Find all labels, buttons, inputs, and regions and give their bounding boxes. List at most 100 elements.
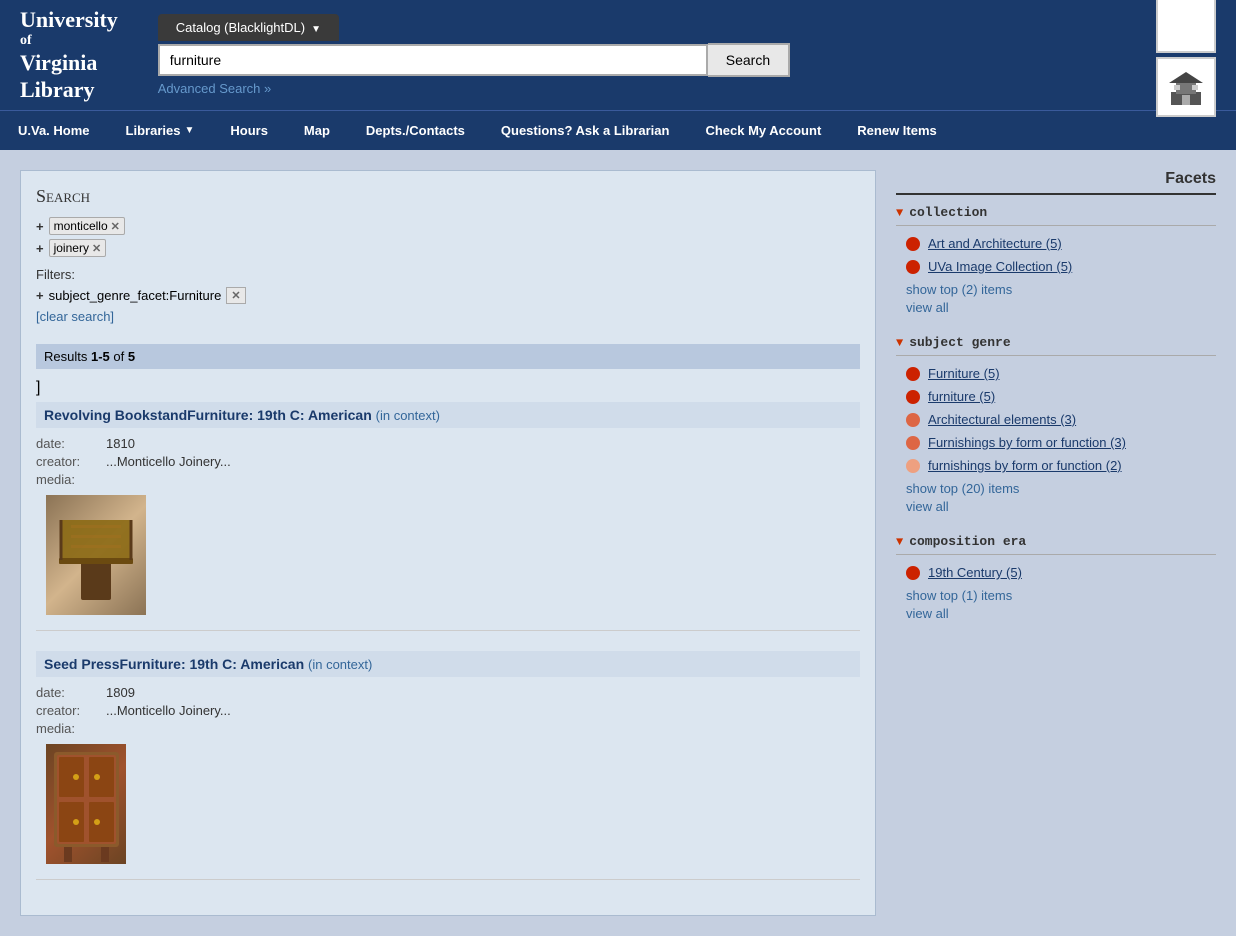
facet-dot-19thc xyxy=(906,566,920,580)
filters-label: Filters: xyxy=(36,267,860,282)
facet-dot-furnishings-cap xyxy=(906,436,920,450)
nav-item-map[interactable]: Map xyxy=(286,111,348,150)
bookstand-svg xyxy=(51,500,141,610)
facet-actions-era: show top (1) items view all xyxy=(906,588,1216,621)
facet-dot-furniture-low xyxy=(906,390,920,404)
logo: University of Virginia Library xyxy=(20,7,118,103)
logo-line1: University xyxy=(20,7,118,33)
view-all-subject[interactable]: view all xyxy=(906,499,1216,514)
remove-tag-joinery[interactable]: ✕ xyxy=(92,242,101,255)
result-meta-media-2: media: xyxy=(36,721,860,736)
result-meta-media-1: media: xyxy=(36,472,860,487)
result-item-1: Revolving BookstandFurniture: 19th C: Am… xyxy=(36,402,860,631)
clear-search-link[interactable]: [clear search] xyxy=(36,309,114,324)
left-panel: Search + monticello ✕ + joinery ✕ Filter… xyxy=(20,170,876,916)
facet-label-furniture-low[interactable]: furniture (5) xyxy=(928,389,995,404)
results-count: 5 xyxy=(128,349,135,364)
header-icon-white xyxy=(1156,0,1216,53)
header-right xyxy=(1156,0,1216,117)
result-link-1[interactable]: Revolving BookstandFurniture: 19th C: Am… xyxy=(44,407,440,423)
facet-item-furnishings-cap: Furnishings by form or function (3) xyxy=(906,435,1216,450)
plus-icon-filter: + xyxy=(36,288,44,303)
logo-line3: Virginia xyxy=(20,50,118,76)
facet-dot-art xyxy=(906,237,920,251)
facet-arrow-era: ▼ xyxy=(896,535,903,549)
facet-label-19thc[interactable]: 19th Century (5) xyxy=(928,565,1022,580)
facet-actions-collection: show top (2) items view all xyxy=(906,282,1216,315)
facet-item-furnishings-low: furnishings by form or function (2) xyxy=(906,458,1216,473)
nav-item-renew[interactable]: Renew Items xyxy=(839,111,954,150)
result-image-2[interactable] xyxy=(46,744,126,864)
facet-title-collection: ▼ collection xyxy=(896,205,1216,226)
plus-icon-2: + xyxy=(36,241,44,256)
result-item-2: Seed PressFurniture: 19th C: American (i… xyxy=(36,651,860,880)
facet-arrow-subject: ▼ xyxy=(896,336,903,350)
nav-item-libraries[interactable]: Libraries▼ xyxy=(108,111,213,150)
facet-item-art: Art and Architecture (5) xyxy=(906,236,1216,251)
facet-item-arch-elements: Architectural elements (3) xyxy=(906,412,1216,427)
tag-monticello: monticello ✕ xyxy=(49,217,125,235)
facet-section-subject: ▼ subject genre Furniture (5) furniture … xyxy=(896,335,1216,514)
facet-title-subject: ▼ subject genre xyxy=(896,335,1216,356)
view-all-collection[interactable]: view all xyxy=(906,300,1216,315)
facet-section-collection: ▼ collection Art and Architecture (5) UV… xyxy=(896,205,1216,315)
results-range: 1-5 xyxy=(91,349,110,364)
tag-row-2: + joinery ✕ xyxy=(36,239,860,257)
facet-section-era: ▼ composition era 19th Century (5) show … xyxy=(896,534,1216,621)
result-meta-creator-1: creator: ...Monticello Joinery... xyxy=(36,454,860,469)
filter-tag-furniture: + subject_genre_facet:Furniture ✕ xyxy=(36,287,860,304)
facet-label-furnishings-cap[interactable]: Furnishings by form or function (3) xyxy=(928,435,1126,450)
plus-icon-1: + xyxy=(36,219,44,234)
facet-label-furnishings-low[interactable]: furnishings by form or function (2) xyxy=(928,458,1122,473)
result-meta-date-1: date: 1810 xyxy=(36,436,860,451)
facet-item-19thc: 19th Century (5) xyxy=(906,565,1216,580)
cabinet-svg xyxy=(49,747,124,862)
result-image-1[interactable] xyxy=(46,495,146,615)
facet-item-furniture-cap: Furniture (5) xyxy=(906,366,1216,381)
logo-line4: Library xyxy=(20,77,118,103)
in-context-1[interactable]: (in context) xyxy=(376,408,440,423)
facet-label-furniture-cap[interactable]: Furniture (5) xyxy=(928,366,1000,381)
result-link-2[interactable]: Seed PressFurniture: 19th C: American (i… xyxy=(44,656,372,672)
header-icon-building xyxy=(1156,57,1216,117)
search-button[interactable]: Search xyxy=(708,43,790,77)
view-all-era[interactable]: view all xyxy=(906,606,1216,621)
result-meta-date-2: date: 1809 xyxy=(36,685,860,700)
facet-title-era: ▼ composition era xyxy=(896,534,1216,555)
nav-bar: U.Va. Home Libraries▼ Hours Map Depts./C… xyxy=(0,110,1236,150)
tag-joinery: joinery ✕ xyxy=(49,239,107,257)
nav-item-account[interactable]: Check My Account xyxy=(687,111,839,150)
show-top-era[interactable]: show top (1) items xyxy=(906,588,1216,603)
search-input[interactable] xyxy=(158,44,708,76)
search-area: Catalog (BlacklightDL) Search Advanced S… xyxy=(158,14,1136,96)
advanced-search-link[interactable]: Advanced Search » xyxy=(158,81,271,96)
result-meta-creator-2: creator: ...Monticello Joinery... xyxy=(36,703,860,718)
facet-label-arch[interactable]: Architectural elements (3) xyxy=(928,412,1076,427)
right-panel: Facets ▼ collection Art and Architecture… xyxy=(896,170,1216,916)
in-context-2[interactable]: (in context) xyxy=(308,657,372,672)
main-content: Search + monticello ✕ + joinery ✕ Filter… xyxy=(0,150,1236,936)
facets-header: Facets xyxy=(896,170,1216,195)
facet-label-art[interactable]: Art and Architecture (5) xyxy=(928,236,1062,251)
header: University of Virginia Library Catalog (… xyxy=(0,0,1236,110)
show-top-collection[interactable]: show top (2) items xyxy=(906,282,1216,297)
bracket: ] xyxy=(36,379,860,397)
nav-item-depts[interactable]: Depts./Contacts xyxy=(348,111,483,150)
facet-dot-arch xyxy=(906,413,920,427)
facet-label-uva[interactable]: UVa Image Collection (5) xyxy=(928,259,1072,274)
show-top-subject[interactable]: show top (20) items xyxy=(906,481,1216,496)
facet-item-furniture-low: furniture (5) xyxy=(906,389,1216,404)
facet-dot-uva xyxy=(906,260,920,274)
facet-dot-furniture-cap xyxy=(906,367,920,381)
nav-item-hours[interactable]: Hours xyxy=(212,111,286,150)
nav-item-ask[interactable]: Questions? Ask a Librarian xyxy=(483,111,688,150)
nav-item-home[interactable]: U.Va. Home xyxy=(0,111,108,150)
results-bar: Results 1-5 of 5 xyxy=(36,344,860,369)
catalog-tab[interactable]: Catalog (BlacklightDL) xyxy=(158,14,339,41)
remove-tag-monticello[interactable]: ✕ xyxy=(111,220,120,233)
logo-area: University of Virginia Library xyxy=(20,7,158,103)
remove-filter-furniture[interactable]: ✕ xyxy=(226,287,245,304)
facet-actions-subject: show top (20) items view all xyxy=(906,481,1216,514)
tag-row-1: + monticello ✕ xyxy=(36,217,860,235)
result-title-1: Revolving BookstandFurniture: 19th C: Am… xyxy=(36,402,860,428)
